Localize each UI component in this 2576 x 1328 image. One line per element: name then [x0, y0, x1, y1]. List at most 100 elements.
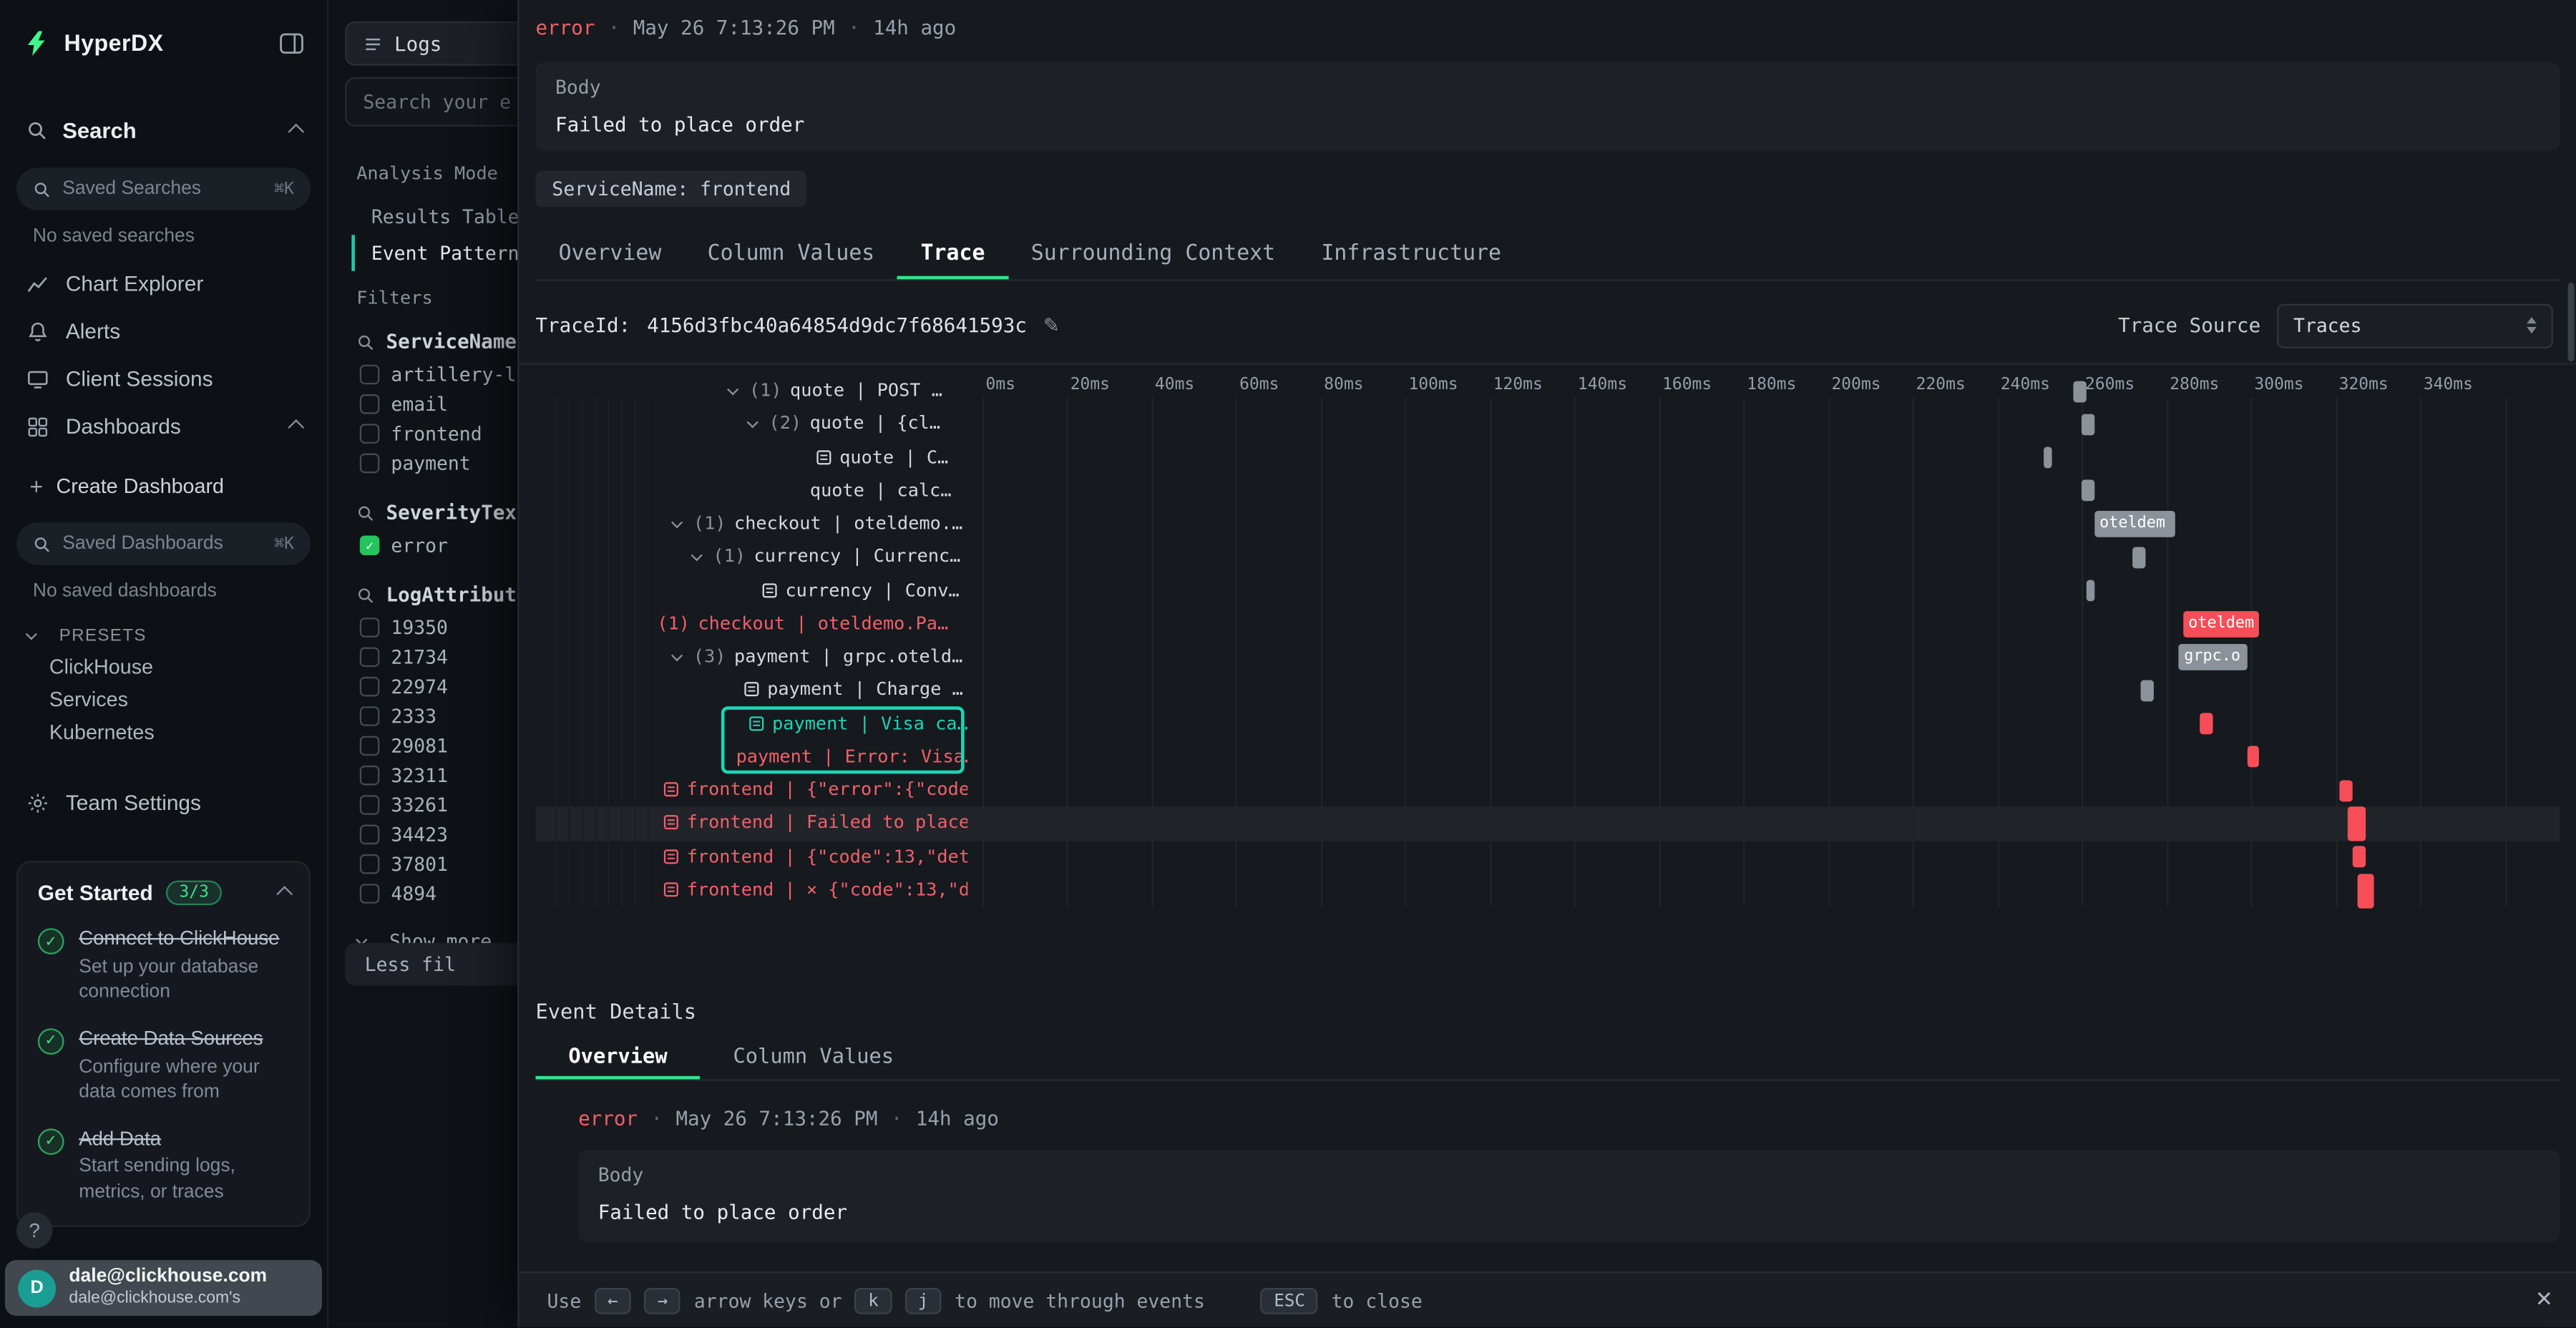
body-label: Body: [598, 1163, 2540, 1186]
sidebar-item-alerts[interactable]: Alerts: [0, 307, 327, 355]
checkbox[interactable]: [360, 617, 380, 638]
span-bar[interactable]: [2082, 414, 2094, 435]
checkbox[interactable]: [360, 394, 380, 414]
span-bar[interactable]: [2074, 381, 2087, 402]
span-bar[interactable]: [2141, 680, 2154, 701]
get-started-item[interactable]: ✓Create Data SourcesConfigure where your…: [38, 1027, 289, 1105]
trace-span-row[interactable]: frontend | {"error":{"code…: [535, 773, 2560, 806]
footer-text: Use: [547, 1289, 582, 1312]
ed-tab-column-values[interactable]: Column Values: [701, 1035, 927, 1079]
ed-tab-overview[interactable]: Overview: [535, 1035, 700, 1079]
chevron-down-icon[interactable]: [671, 517, 683, 528]
trace-span-row[interactable]: (2)quote | {cl…: [535, 408, 2560, 441]
search-section-header[interactable]: Search: [0, 105, 327, 155]
trace-span-row[interactable]: frontend | × {"code":13,"d…: [535, 874, 2560, 907]
trace-span-row[interactable]: frontend | Failed to place…: [535, 807, 2560, 840]
get-started-header[interactable]: Get Started 3/3: [38, 881, 289, 905]
log-event-icon: [816, 443, 831, 474]
create-dashboard-button[interactable]: + Create Dashboard: [0, 463, 327, 509]
sidebar-item-chart-explorer[interactable]: Chart Explorer: [0, 260, 327, 308]
sidebar-item-team-settings[interactable]: Team Settings: [0, 778, 327, 826]
app-logo[interactable]: HyperDX: [23, 29, 163, 57]
avatar: D: [18, 1269, 56, 1307]
chevron-up-icon[interactable]: [276, 886, 293, 902]
sidebar-item-kubernetes[interactable]: Kubernetes: [0, 716, 327, 749]
sidebar-item-dashboards[interactable]: Dashboards: [0, 402, 327, 450]
presets-header[interactable]: PRESETS: [0, 621, 327, 650]
checkbox[interactable]: [360, 365, 380, 385]
trace-span-row[interactable]: payment | Charge …: [535, 674, 2560, 707]
sidebar-item-clickhouse[interactable]: ClickHouse: [0, 650, 327, 683]
chevron-down-icon[interactable]: [671, 650, 683, 661]
checkbox[interactable]: [360, 854, 380, 874]
chevron-down-icon[interactable]: [727, 384, 738, 395]
span-bar[interactable]: [2340, 779, 2353, 801]
sidebar-item-services[interactable]: Services: [0, 683, 327, 716]
j-key[interactable]: j: [905, 1287, 942, 1314]
tab-column-values[interactable]: Column Values: [685, 230, 898, 279]
checkbox[interactable]: ✓: [360, 535, 380, 555]
checkbox[interactable]: [360, 736, 380, 756]
checkbox[interactable]: [360, 454, 380, 474]
trace-span-row[interactable]: (1)quote | POST …: [535, 374, 2560, 407]
span-bar[interactable]: [2247, 746, 2260, 768]
tab-infrastructure[interactable]: Infrastructure: [1298, 230, 1524, 279]
span-bar[interactable]: [2082, 480, 2094, 502]
span-bar[interactable]: [2357, 874, 2374, 908]
chevron-down-icon[interactable]: [691, 550, 703, 562]
less-filters-button[interactable]: Less fil: [345, 943, 542, 986]
span-label: payment | Charge …: [767, 679, 963, 700]
trace-span-row[interactable]: (3)payment | grpc.oteld…grpc.o: [535, 640, 2560, 673]
right-arrow-key[interactable]: →: [644, 1287, 680, 1314]
service-name-tag[interactable]: ServiceName: frontend: [535, 171, 807, 208]
checkbox[interactable]: [360, 825, 380, 845]
tab-trace[interactable]: Trace: [897, 230, 1008, 279]
checkbox[interactable]: [360, 766, 380, 786]
checkbox[interactable]: [360, 884, 380, 904]
chevron-up-icon[interactable]: [288, 419, 304, 436]
edit-icon[interactable]: ✎: [1043, 314, 1060, 337]
trace-span-row[interactable]: quote | C…: [535, 441, 2560, 474]
k-key[interactable]: k: [855, 1287, 892, 1314]
checkbox[interactable]: [360, 706, 380, 726]
trace-span-row[interactable]: (1)currency | Currenc…: [535, 541, 2560, 574]
get-started-item[interactable]: ✓Connect to ClickHouseSet up your databa…: [38, 927, 289, 1005]
tab-surrounding-context[interactable]: Surrounding Context: [1008, 230, 1299, 279]
trace-span-row[interactable]: frontend | {"code":13,"det…: [535, 840, 2560, 873]
trace-source-select[interactable]: Traces: [2277, 303, 2553, 348]
span-bar[interactable]: [2353, 846, 2366, 867]
span-bar[interactable]: oteldem: [2183, 611, 2259, 638]
span-bar[interactable]: [2132, 547, 2145, 568]
span-bar[interactable]: [2200, 713, 2213, 734]
trace-span-row[interactable]: quote | calc…: [535, 474, 2560, 507]
sidebar-item-client-sessions[interactable]: Client Sessions: [0, 355, 327, 403]
checkbox[interactable]: [360, 424, 380, 444]
source-selector-button[interactable]: Logs: [345, 21, 526, 66]
separator: ·: [650, 1107, 663, 1130]
checkbox[interactable]: [360, 648, 380, 668]
help-button[interactable]: ?: [16, 1212, 53, 1249]
esc-key[interactable]: ESC: [1261, 1287, 1318, 1314]
chevron-down-icon[interactable]: [747, 417, 758, 429]
checkbox[interactable]: [360, 795, 380, 815]
checkbox[interactable]: [360, 677, 380, 697]
check-circle-icon: ✓: [38, 1028, 64, 1055]
sidebar-collapse-icon[interactable]: [279, 32, 303, 54]
tab-overview[interactable]: Overview: [535, 230, 684, 279]
span-bar[interactable]: grpc.o: [2179, 644, 2247, 670]
trace-span-row[interactable]: (1)checkout | oteldemo.Pa…oteldem: [535, 607, 2560, 640]
span-bar[interactable]: [2044, 446, 2052, 468]
user-menu[interactable]: D dale@clickhouse.com dale@clickhouse.co…: [5, 1260, 322, 1316]
trace-span-row[interactable]: (1)checkout | oteldemo.…oteldem: [535, 507, 2560, 540]
get-started-item[interactable]: ✓Add DataStart sending logs, metrics, or…: [38, 1127, 289, 1206]
span-bar[interactable]: [2086, 580, 2094, 601]
saved-dashboards-input[interactable]: Saved Dashboards ⌘K: [16, 522, 311, 565]
span-bar[interactable]: oteldem: [2094, 511, 2175, 537]
saved-searches-input[interactable]: Saved Searches ⌘K: [16, 167, 311, 210]
chevron-up-icon[interactable]: [288, 123, 304, 140]
close-icon[interactable]: ✕: [2535, 1288, 2553, 1312]
left-arrow-key[interactable]: ←: [595, 1287, 631, 1314]
span-bar[interactable]: [2348, 807, 2366, 841]
trace-span-row[interactable]: currency | Conv…: [535, 574, 2560, 607]
scrollbar-thumb[interactable]: [2568, 283, 2575, 361]
